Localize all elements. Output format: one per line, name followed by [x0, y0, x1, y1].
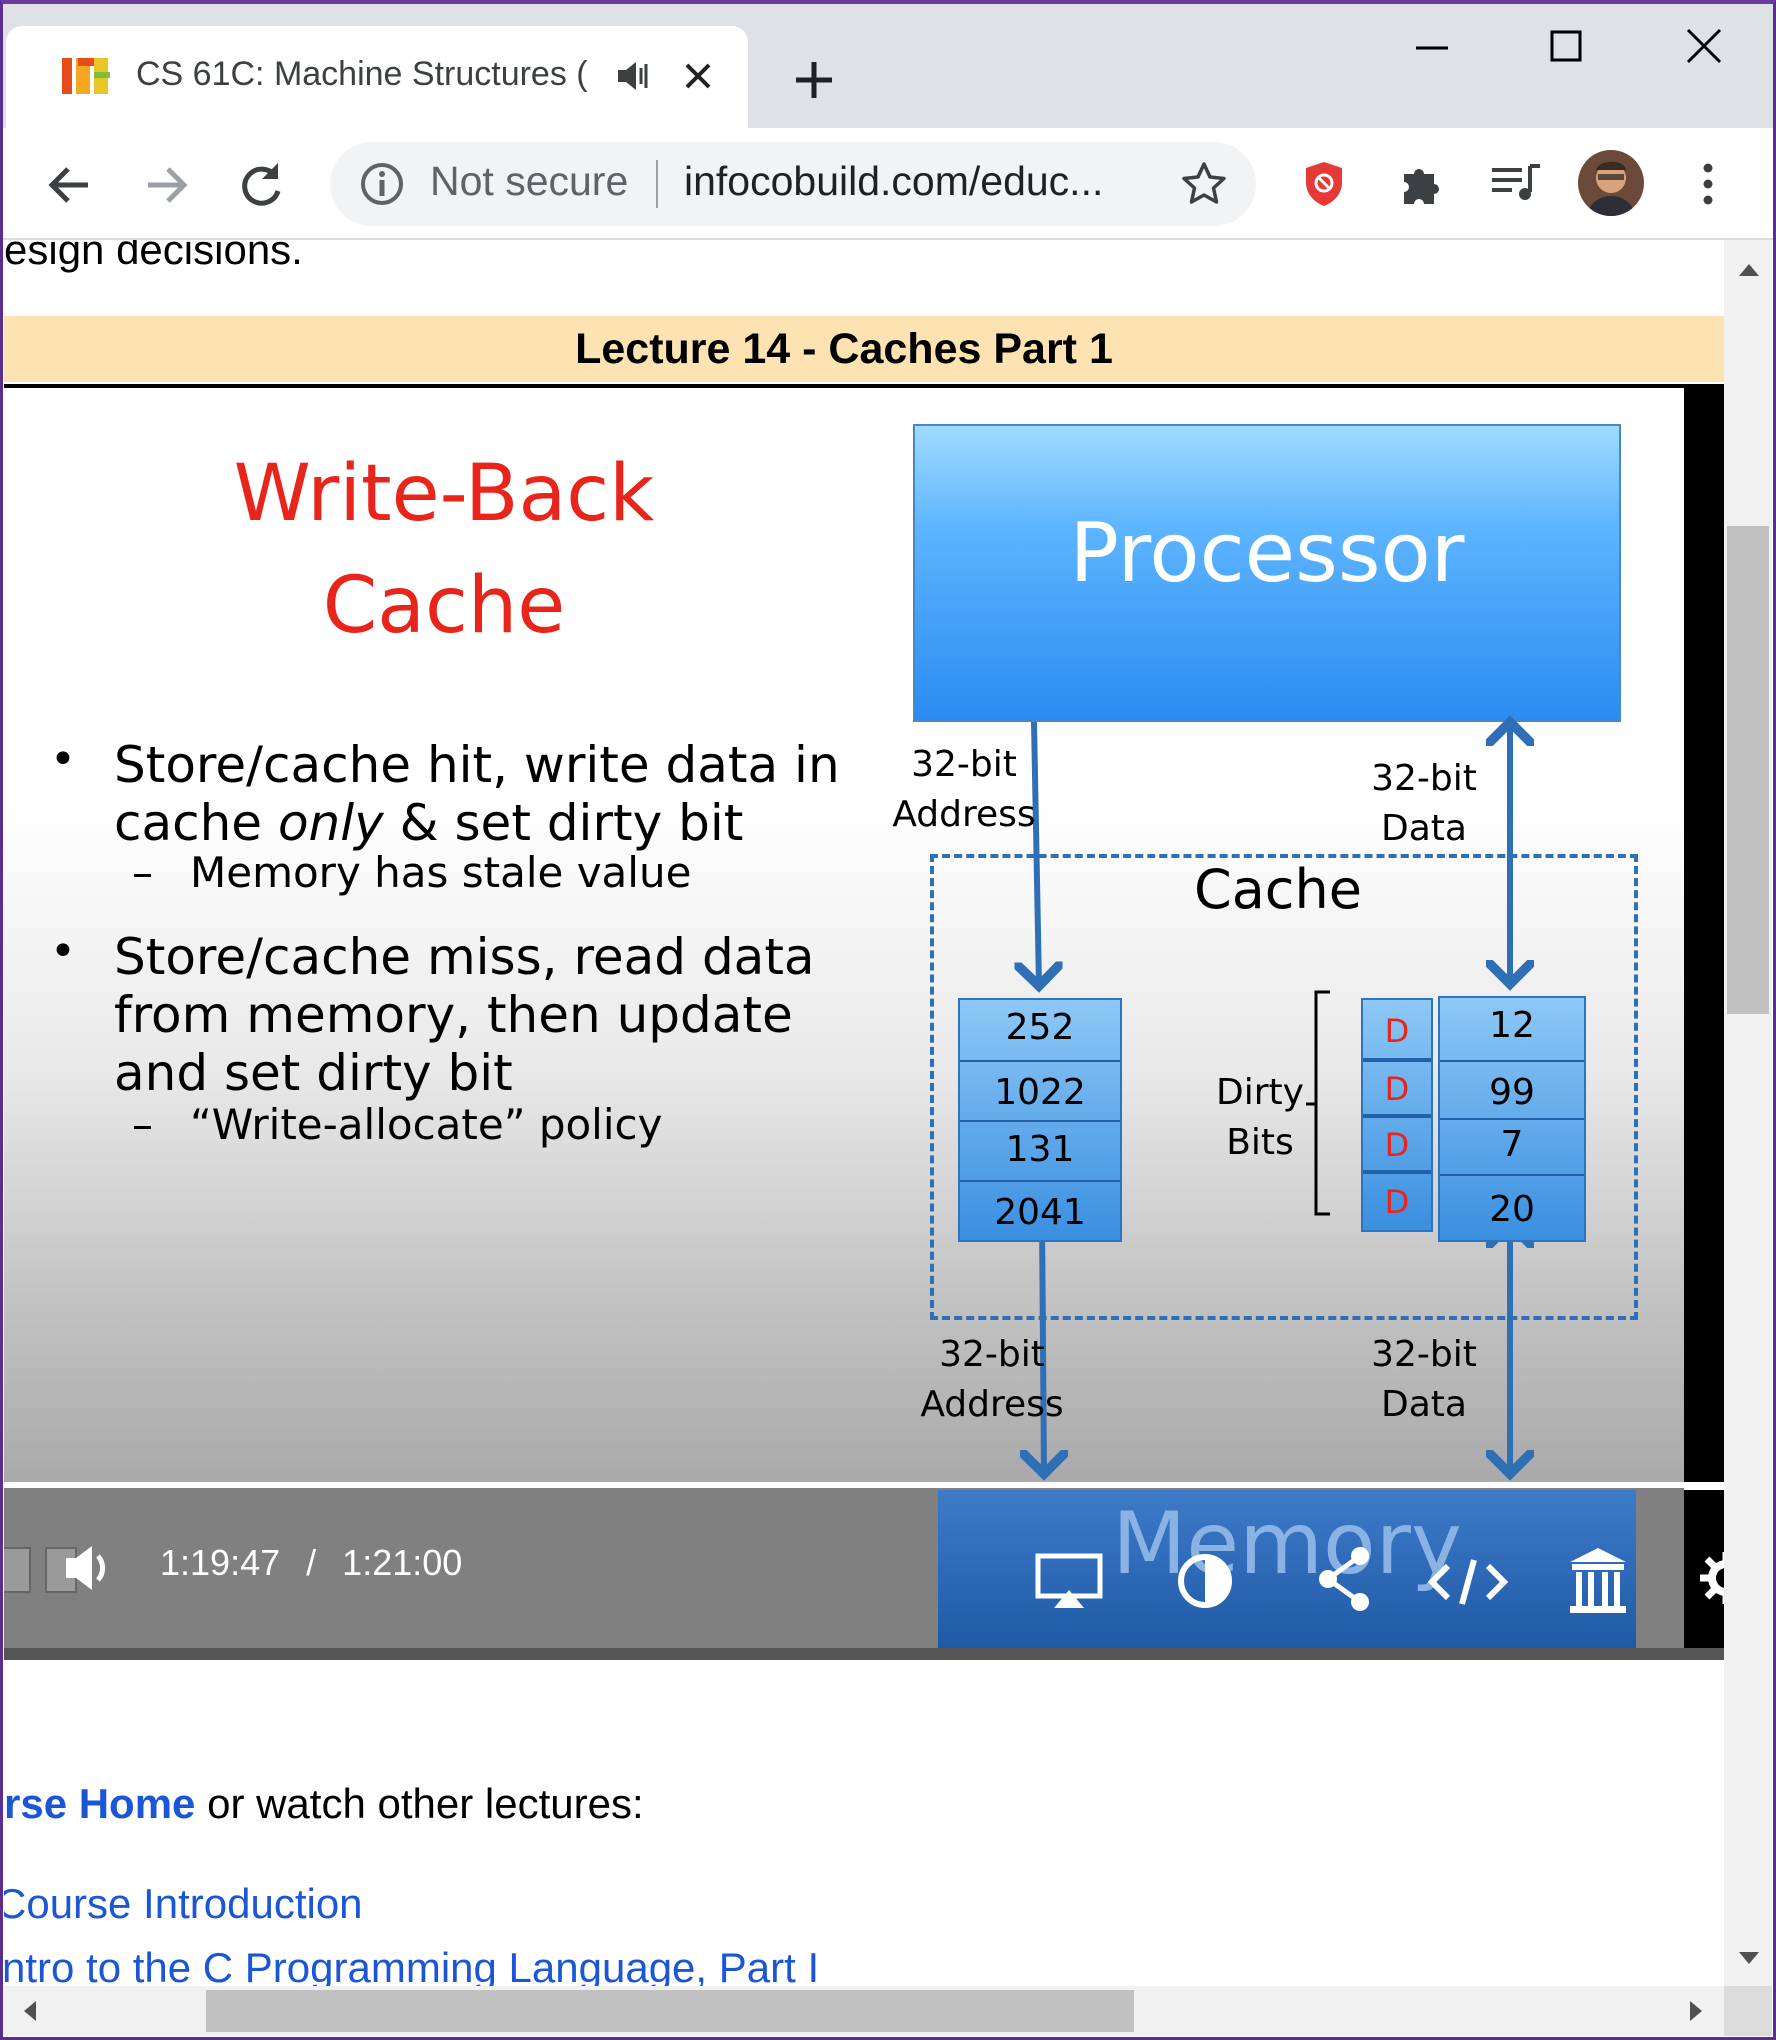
data-cell: 7 — [1440, 1118, 1584, 1176]
time-display: 1:19:47 / 1:21:00 — [160, 1542, 462, 1584]
scroll-down-icon[interactable] — [1736, 1946, 1762, 1972]
data-label-top-2: Data — [1381, 808, 1467, 849]
address-label-bottom-1: 32-bit — [939, 1334, 1045, 1375]
lecture-link-course-introduction[interactable]: Course Introduction — [4, 1880, 363, 1928]
star-icon[interactable] — [1176, 156, 1232, 212]
volume-icon[interactable] — [4, 1534, 120, 1606]
data-column: 12 99 7 20 — [1438, 996, 1586, 1242]
address-label-top: 32-bit Address — [874, 740, 1054, 840]
scroll-up-icon[interactable] — [1736, 256, 1762, 282]
partial-text: esign decisions. — [4, 240, 303, 273]
dirty-bit-cell: D — [1384, 1012, 1410, 1050]
kebab-menu-icon[interactable] — [1686, 156, 1730, 212]
course-home-line: rse Home or watch other lectures: — [4, 1780, 644, 1828]
close-icon[interactable] — [676, 54, 720, 98]
omnibox-divider — [656, 160, 658, 208]
info-icon[interactable] — [358, 160, 406, 208]
dirty-bit-cell: D — [1363, 1170, 1431, 1236]
tag-column: 252 1022 131 2041 — [958, 998, 1122, 1242]
horizontal-scroll-thumb[interactable] — [206, 1990, 1134, 2032]
data-cell: 20 — [1440, 1174, 1584, 1244]
avatar[interactable] — [1578, 150, 1644, 216]
data-label-bottom-2: Data — [1381, 1384, 1467, 1425]
video-player[interactable]: Write-Back Cache • Store/cache hit, writ… — [4, 384, 1726, 1660]
data-cell: 99 — [1440, 1060, 1584, 1120]
speaker-icon[interactable] — [612, 54, 656, 98]
archive-icon[interactable] — [1566, 1544, 1630, 1616]
embed-icon[interactable] — [1427, 1554, 1509, 1610]
minimize-icon[interactable] — [1402, 18, 1462, 78]
tag-cell: 131 — [960, 1120, 1120, 1182]
settings-icon[interactable] — [1696, 1548, 1726, 1608]
tag-cell: 252 — [1005, 1007, 1075, 1048]
arrow-left-icon[interactable] — [40, 155, 100, 215]
diagram-arrows — [4, 388, 1684, 1486]
media-control-icon[interactable] — [1486, 156, 1546, 212]
data-label-top-1: 32-bit — [1371, 758, 1477, 799]
scroll-right-icon[interactable] — [1684, 1998, 1710, 2024]
maximize-icon[interactable] — [1536, 18, 1596, 78]
time-current: 1:19:47 — [160, 1542, 281, 1583]
dirty-bit-column: D D D D — [1361, 998, 1433, 1232]
dirty-bits-label-2: Bits — [1226, 1122, 1294, 1163]
address-label-bottom-2: Address — [920, 1384, 1064, 1425]
tab-title: CS 61C: Machine Structures ( — [136, 55, 588, 93]
plus-icon[interactable] — [786, 52, 842, 108]
icb-logo-icon — [58, 54, 114, 98]
reload-icon[interactable] — [232, 155, 292, 215]
time-separator: / — [306, 1542, 317, 1583]
time-total: 1:21:00 — [342, 1542, 463, 1583]
dirty-bits-label-1: Dirty — [1216, 1072, 1304, 1113]
security-status[interactable]: Not secure — [430, 158, 628, 205]
tag-cell: 1022 — [960, 1060, 1120, 1122]
window-close-icon[interactable] — [1674, 18, 1734, 78]
vertical-scrollbar[interactable] — [1724, 240, 1772, 1986]
data-label-top: 32-bit Data — [1344, 754, 1504, 854]
lecture-link-intro-c[interactable]: ntro to the C Programming Language, Part… — [4, 1944, 819, 1986]
scrollbar-corner — [1724, 1986, 1772, 2036]
course-home-link[interactable]: rse Home — [4, 1780, 195, 1827]
data-cell: 12 — [1489, 1005, 1535, 1046]
arrow-right-icon[interactable] — [136, 155, 196, 215]
address-label-top-2: Address — [892, 794, 1036, 835]
share-icon[interactable] — [1314, 1544, 1376, 1614]
address-label-bottom: 32-bit Address — [902, 1330, 1082, 1430]
theme-toggle-icon[interactable] — [1172, 1548, 1238, 1614]
data-label-bottom: 32-bit Data — [1344, 1330, 1504, 1430]
video-frame-slide[interactable]: Write-Back Cache • Store/cache hit, writ… — [4, 388, 1684, 1486]
dirty-bits-label: Dirty Bits — [1190, 1068, 1330, 1168]
tag-cell: 2041 — [960, 1180, 1120, 1244]
shield-extension-icon[interactable] — [1296, 156, 1352, 212]
page-content: esign decisions. Lecture 14 - Caches Par… — [4, 240, 1726, 1986]
airplay-icon[interactable] — [1034, 1552, 1104, 1612]
url-text[interactable]: infocobuild.com/educ... — [684, 158, 1103, 205]
data-label-bottom-1: 32-bit — [1371, 1334, 1477, 1375]
video-progress-strip[interactable] — [4, 1648, 1726, 1660]
course-home-suffix: or watch other lectures: — [195, 1780, 644, 1827]
vertical-scroll-thumb[interactable] — [1727, 526, 1769, 1014]
lecture-title: Lecture 14 - Caches Part 1 — [575, 325, 1113, 373]
dirty-bit-cell: D — [1363, 1058, 1431, 1118]
scroll-left-icon[interactable] — [16, 1998, 42, 2024]
puzzle-icon[interactable] — [1392, 156, 1448, 212]
dirty-bit-cell: D — [1363, 1114, 1431, 1174]
address-label-top-1: 32-bit — [911, 744, 1017, 785]
